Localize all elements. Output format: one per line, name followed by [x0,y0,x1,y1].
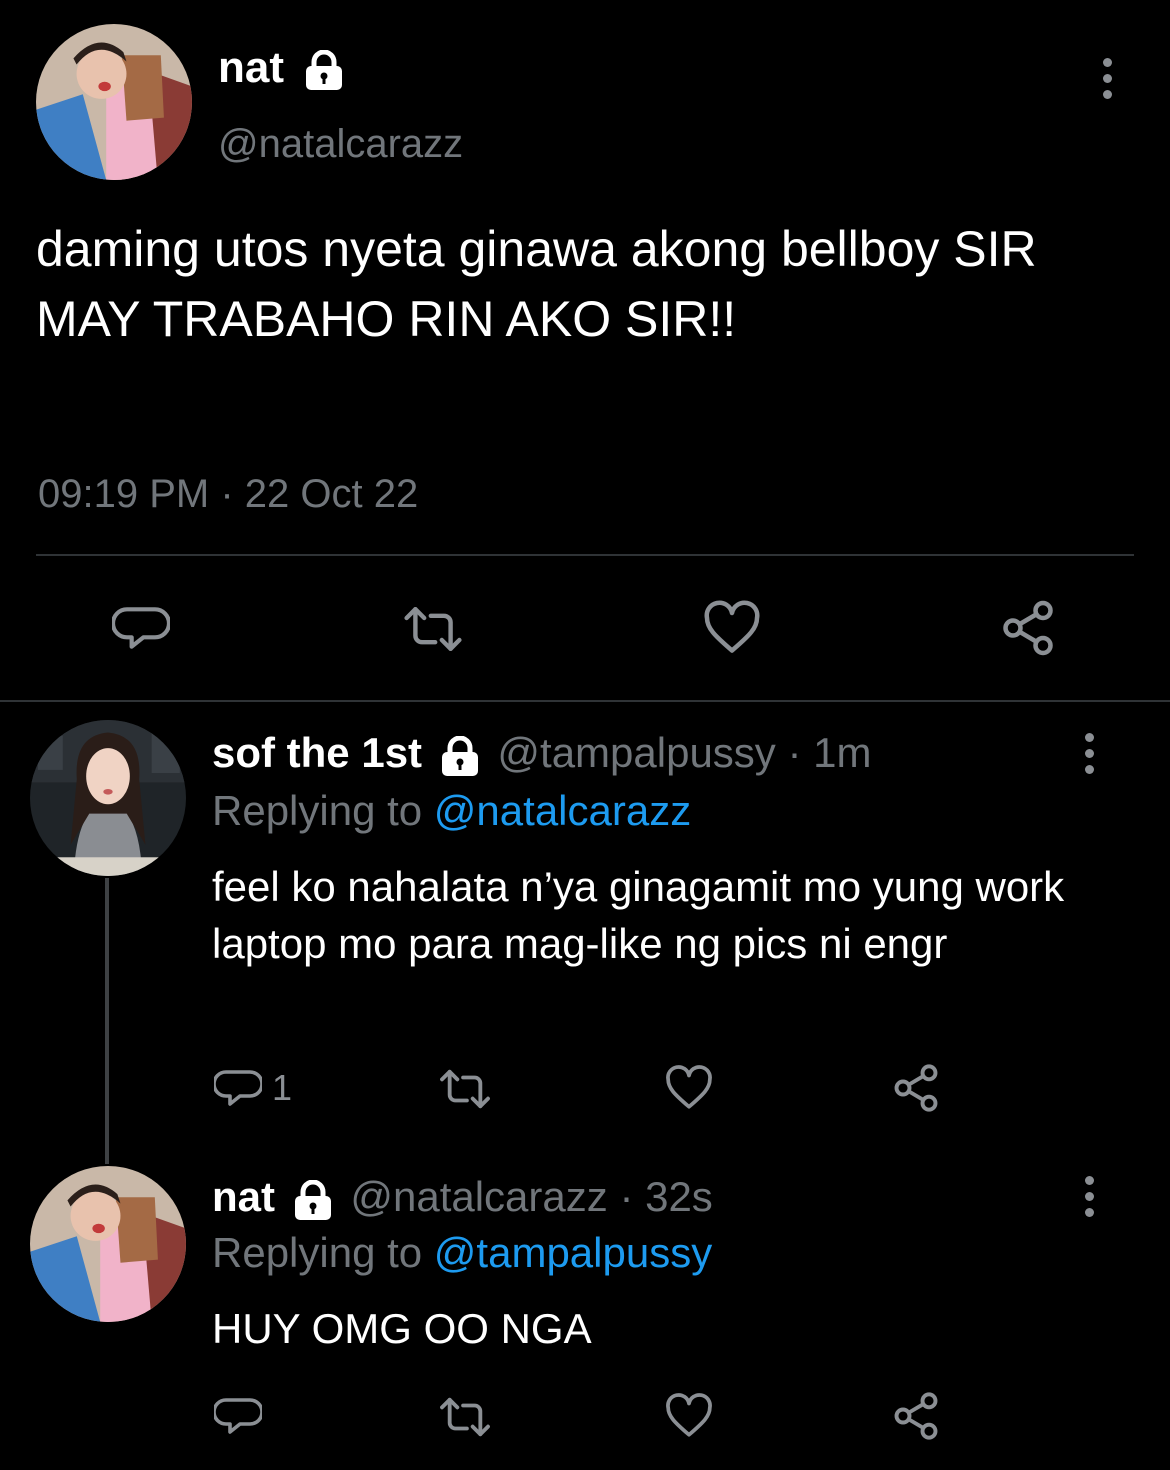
main-tweet-divider [36,554,1134,556]
reply2-replying-to: Replying to @tampalpussy [212,1228,712,1278]
main-reply-button[interactable] [112,600,170,656]
reply-icon [112,607,170,649]
reply1-text: feel ko nahalata n’ya ginagamit mo yung … [212,863,1065,967]
reply2-reply-button[interactable] [214,1392,262,1440]
reply1-time: · 1m [787,729,872,776]
main-like-button[interactable] [702,600,762,656]
lock-icon [438,735,482,776]
heart-icon [666,1393,712,1437]
replying-to-label: Replying to [212,787,423,834]
more-vertical-icon[interactable] [1082,1176,1096,1217]
reply2-header[interactable]: nat @natalcarazz · 32s [212,1172,713,1222]
reply1-reply-button[interactable]: 1 [214,1064,292,1112]
reply2-like-button[interactable] [664,1392,714,1440]
main-retweet-button[interactable] [400,602,466,656]
main-tweet-text: daming utos nyeta ginawa akong bellboy S… [36,221,1037,347]
share-icon [1003,600,1053,656]
reply1-share-button[interactable] [890,1062,942,1114]
reply-icon [214,1070,262,1106]
more-vertical-icon[interactable] [1082,733,1096,774]
reply1-header[interactable]: sof the 1st @tampalpussy · 1m [212,728,871,778]
reply2-share-button[interactable] [890,1390,942,1442]
reply1-author-name[interactable]: sof the 1st [212,729,422,776]
retweet-icon [440,1397,490,1437]
replying-to-handle-link[interactable]: @natalcarazz [434,787,691,834]
reply1-author-avatar[interactable] [30,720,186,876]
reply2-retweet-button[interactable] [436,1394,494,1440]
replying-to-label: Replying to [212,1229,423,1276]
main-share-button[interactable] [998,598,1058,658]
reply1-replying-to: Replying to @natalcarazz [212,786,691,836]
reply1-retweet-button[interactable] [436,1066,494,1112]
reply1-author-handle[interactable]: @tampalpussy [497,729,775,776]
share-icon [894,1064,938,1112]
retweet-icon [404,607,462,652]
replying-to-handle-link[interactable]: @tampalpussy [434,1229,712,1276]
reply2-author-name[interactable]: nat [212,1173,275,1220]
lock-icon [302,50,346,91]
main-author-avatar[interactable] [36,24,192,180]
share-icon [894,1392,938,1440]
heart-icon [704,600,760,653]
heart-icon [666,1065,712,1109]
reply2-author-avatar[interactable] [30,1166,186,1322]
reply-count: 1 [272,1067,293,1108]
reply-icon [214,1398,262,1434]
reply2-author-handle[interactable]: @natalcarazz [350,1173,607,1220]
lock-icon [291,1179,335,1220]
main-tweet-timestamp[interactable]: 09:19 PM · 22 Oct 22 [38,470,418,518]
main-author-name[interactable]: nat [218,43,284,92]
reply1-like-button[interactable] [664,1064,714,1112]
section-divider [0,700,1170,702]
main-author-handle[interactable]: @natalcarazz [218,120,463,168]
retweet-icon [440,1069,490,1109]
thread-connector [105,878,109,1164]
reply2-text: HUY OMG OO NGA [212,1305,592,1352]
more-vertical-icon[interactable] [1100,58,1114,99]
reply2-time: · 32s [619,1173,713,1220]
main-author-name-row[interactable]: nat [218,42,346,94]
